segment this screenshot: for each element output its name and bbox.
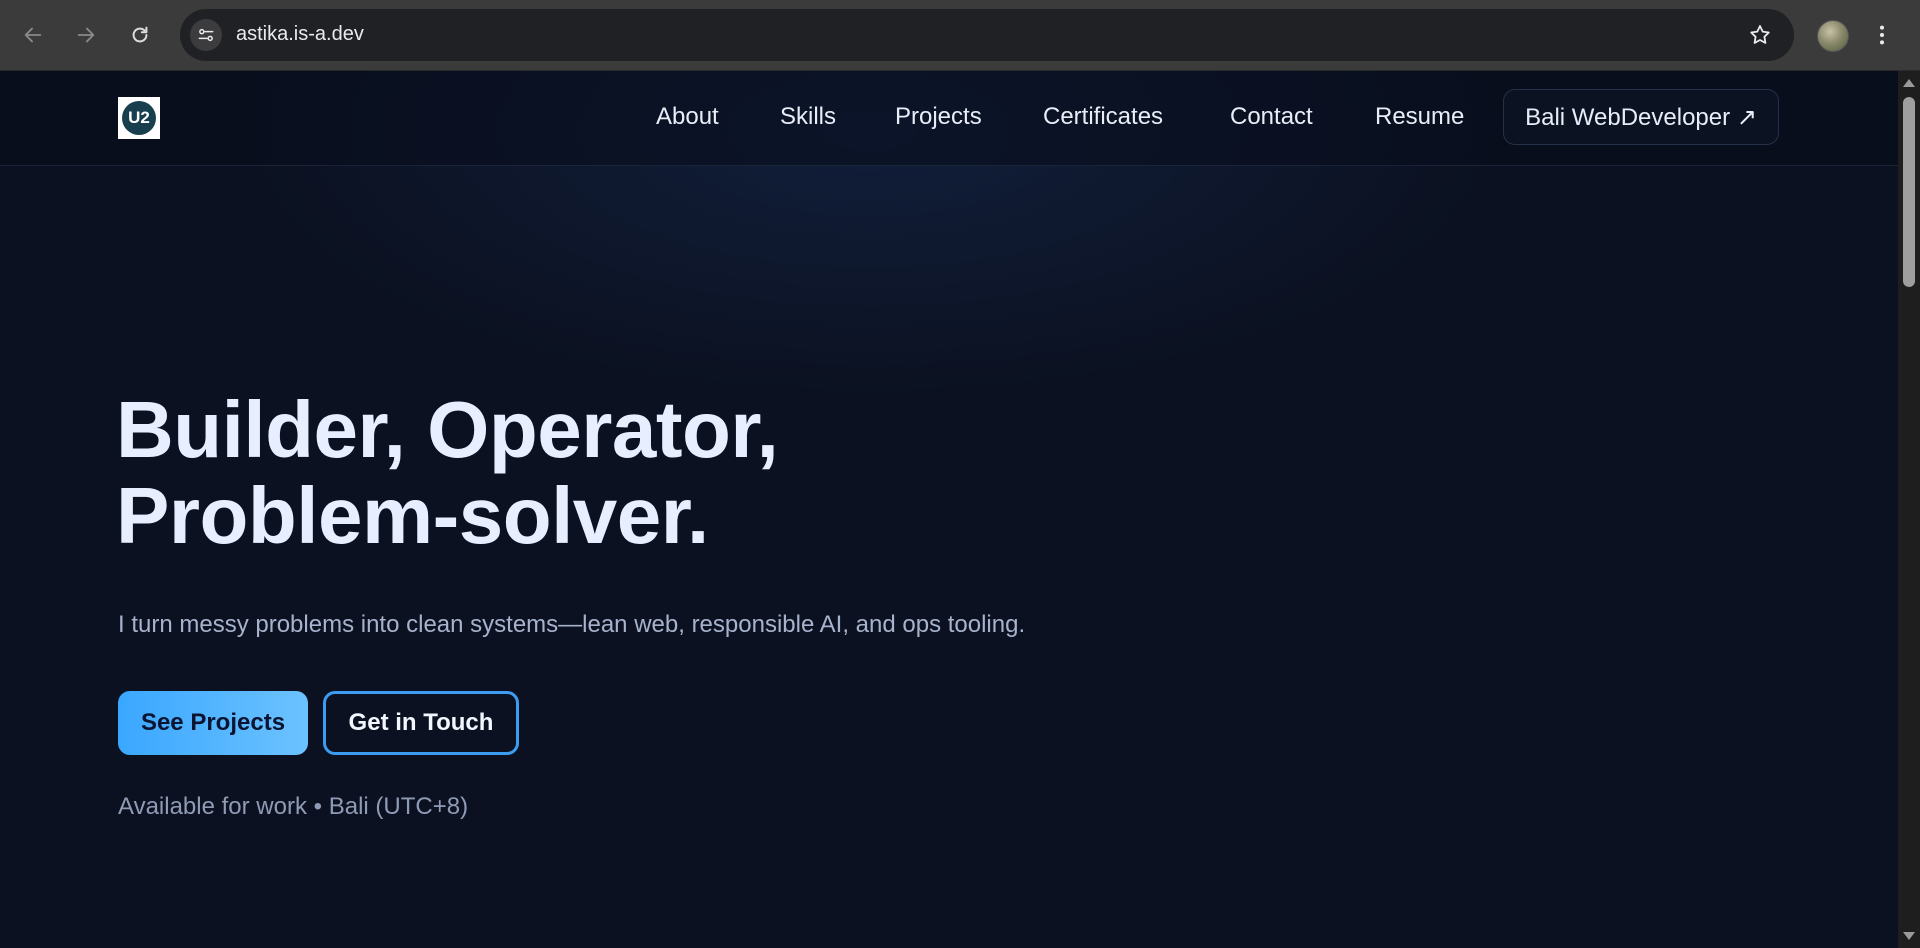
nav-projects[interactable]: Projects bbox=[895, 103, 982, 131]
nav-resume[interactable]: Resume bbox=[1375, 103, 1464, 131]
back-button[interactable] bbox=[15, 17, 51, 53]
logo-badge: U2 bbox=[122, 101, 156, 135]
scroll-down-arrow[interactable] bbox=[1903, 932, 1915, 940]
site-info-button[interactable] bbox=[190, 19, 222, 51]
bookmark-button[interactable] bbox=[1746, 21, 1774, 49]
hero-title-line-1: Builder, Operator, bbox=[116, 385, 779, 474]
nav-about[interactable]: About bbox=[656, 103, 719, 131]
nav-skills[interactable]: Skills bbox=[780, 103, 836, 131]
star-outline-icon bbox=[1750, 25, 1770, 44]
reload-icon bbox=[132, 26, 148, 43]
tune-icon bbox=[198, 28, 214, 42]
hero-title: Builder, Operator, Problem-solver. bbox=[116, 387, 1116, 559]
nav-contact[interactable]: Contact bbox=[1230, 103, 1313, 131]
site-logo[interactable]: U2 bbox=[118, 97, 160, 139]
url-text[interactable]: astika.is-a.dev bbox=[236, 23, 364, 46]
kebab-menu-icon bbox=[1879, 25, 1885, 45]
address-bar[interactable]: astika.is-a.dev bbox=[180, 9, 1794, 61]
see-projects-button[interactable]: See Projects bbox=[118, 691, 308, 755]
hero-subtitle: I turn messy problems into clean systems… bbox=[118, 611, 1026, 638]
arrow-right-icon bbox=[77, 27, 95, 43]
scroll-up-arrow[interactable] bbox=[1903, 79, 1915, 87]
forward-button[interactable] bbox=[68, 17, 104, 53]
reload-button[interactable] bbox=[122, 17, 158, 53]
browser-toolbar: astika.is-a.dev bbox=[0, 0, 1920, 71]
browser-menu-button[interactable] bbox=[1870, 20, 1894, 50]
page-viewport: U2 About Skills Projects Certificates Co… bbox=[0, 71, 1898, 948]
hero-title-line-2: Problem-solver. bbox=[116, 471, 709, 560]
profile-avatar[interactable] bbox=[1817, 20, 1849, 52]
page-scrollbar[interactable] bbox=[1898, 71, 1920, 948]
nav-certificates[interactable]: Certificates bbox=[1043, 103, 1163, 131]
get-in-touch-button[interactable]: Get in Touch bbox=[323, 691, 519, 755]
scroll-thumb[interactable] bbox=[1903, 97, 1915, 287]
arrow-left-icon bbox=[24, 27, 42, 43]
availability-status: Available for work • Bali (UTC+8) bbox=[118, 793, 469, 820]
bali-webdeveloper-link[interactable]: Bali WebDeveloper ↗ bbox=[1503, 89, 1779, 145]
site-header: U2 About Skills Projects Certificates Co… bbox=[0, 71, 1898, 166]
